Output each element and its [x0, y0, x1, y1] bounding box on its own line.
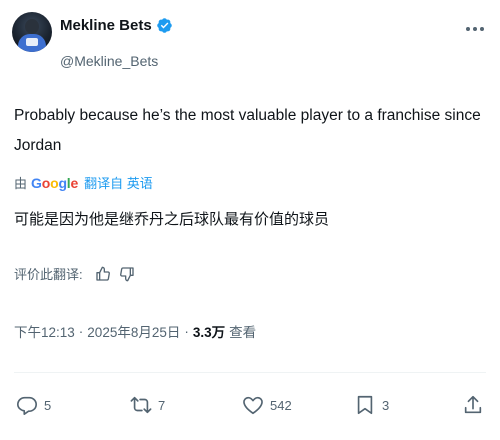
rate-translation: 评价此翻译: — [14, 264, 135, 283]
google-logo: Google — [31, 174, 79, 191]
action-bar: 5 7 542 3 — [0, 392, 500, 422]
like-icon — [243, 396, 263, 415]
verified-badge-icon — [156, 18, 172, 33]
share-button[interactable] — [462, 392, 484, 418]
translation-attribution: 由 Google 翻译自 英语 — [14, 173, 153, 192]
author-name-text[interactable]: Mekline Bets — [60, 17, 152, 34]
more-icon[interactable] — [464, 24, 486, 34]
repost-icon — [130, 396, 152, 414]
translation-prefix: 由 — [14, 176, 28, 191]
like-button[interactable]: 542 — [242, 392, 292, 418]
meta-separator: · — [184, 323, 189, 339]
thumbs-down-icon[interactable] — [119, 266, 135, 282]
reply-icon — [17, 396, 37, 415]
views-count[interactable]: 3.3万 — [193, 321, 225, 341]
tweet-time[interactable]: 下午12:13 — [14, 321, 75, 341]
reply-button[interactable]: 5 — [16, 392, 51, 418]
author-display-name[interactable]: Mekline Bets — [60, 17, 173, 34]
reply-count: 5 — [44, 397, 52, 413]
repost-count: 7 — [158, 397, 166, 413]
divider — [14, 372, 486, 373]
tweet-meta: 下午12:13 · 2025年8月25日 · 3.3万 查看 — [14, 321, 256, 341]
like-count: 542 — [270, 397, 292, 413]
author-handle[interactable]: @Mekline_Bets — [60, 53, 158, 69]
translated-from-link[interactable]: 翻译自 英语 — [84, 173, 153, 192]
translated-text: 可能是因为他是继乔丹之后球队最有价值的球员 — [14, 211, 330, 228]
tweet-text: Probably because he’s the most valuable … — [14, 107, 481, 154]
tweet-date[interactable]: 2025年8月25日 — [87, 321, 180, 341]
views-label: 查看 — [229, 325, 257, 340]
bookmark-button[interactable]: 3 — [354, 392, 389, 418]
thumbs-up-icon[interactable] — [95, 266, 111, 282]
bookmark-count: 3 — [382, 397, 390, 413]
rate-translation-label: 评价此翻译: — [14, 267, 83, 282]
meta-separator: · — [78, 323, 84, 339]
share-icon — [464, 395, 482, 414]
repost-button[interactable]: 7 — [130, 392, 165, 418]
avatar[interactable] — [12, 12, 52, 52]
bookmark-icon — [357, 395, 373, 415]
